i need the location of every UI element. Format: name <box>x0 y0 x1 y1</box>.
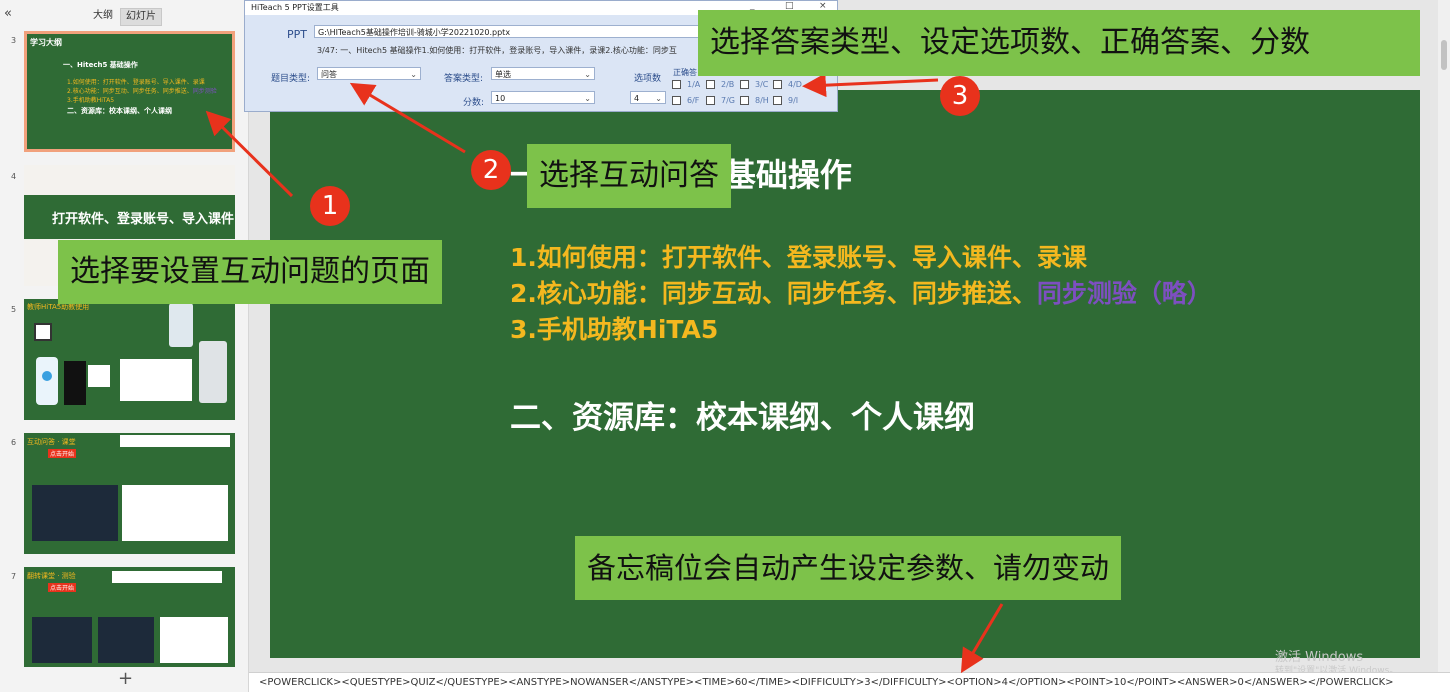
callout-select-page: 选择要设置互动问题的页面 <box>58 240 442 304</box>
step-badge-3: 3 <box>940 76 980 116</box>
step-badge-2: 2 <box>471 150 511 190</box>
callout-answer-settings: 选择答案类型、设定选项数、正确答案、分数 <box>698 10 1420 76</box>
callout-notes-warning: 备忘稿位会自动产生设定参数、请勿变动 <box>575 536 1122 600</box>
arrow-to-thumbnail <box>205 110 294 198</box>
arrow-to-notes <box>960 603 1004 674</box>
arrow-to-options <box>802 73 939 98</box>
step-badge-1: 1 <box>310 186 350 226</box>
arrow-to-question-type <box>349 82 466 154</box>
callout-select-interactive: 选择互动问答 <box>527 144 731 208</box>
